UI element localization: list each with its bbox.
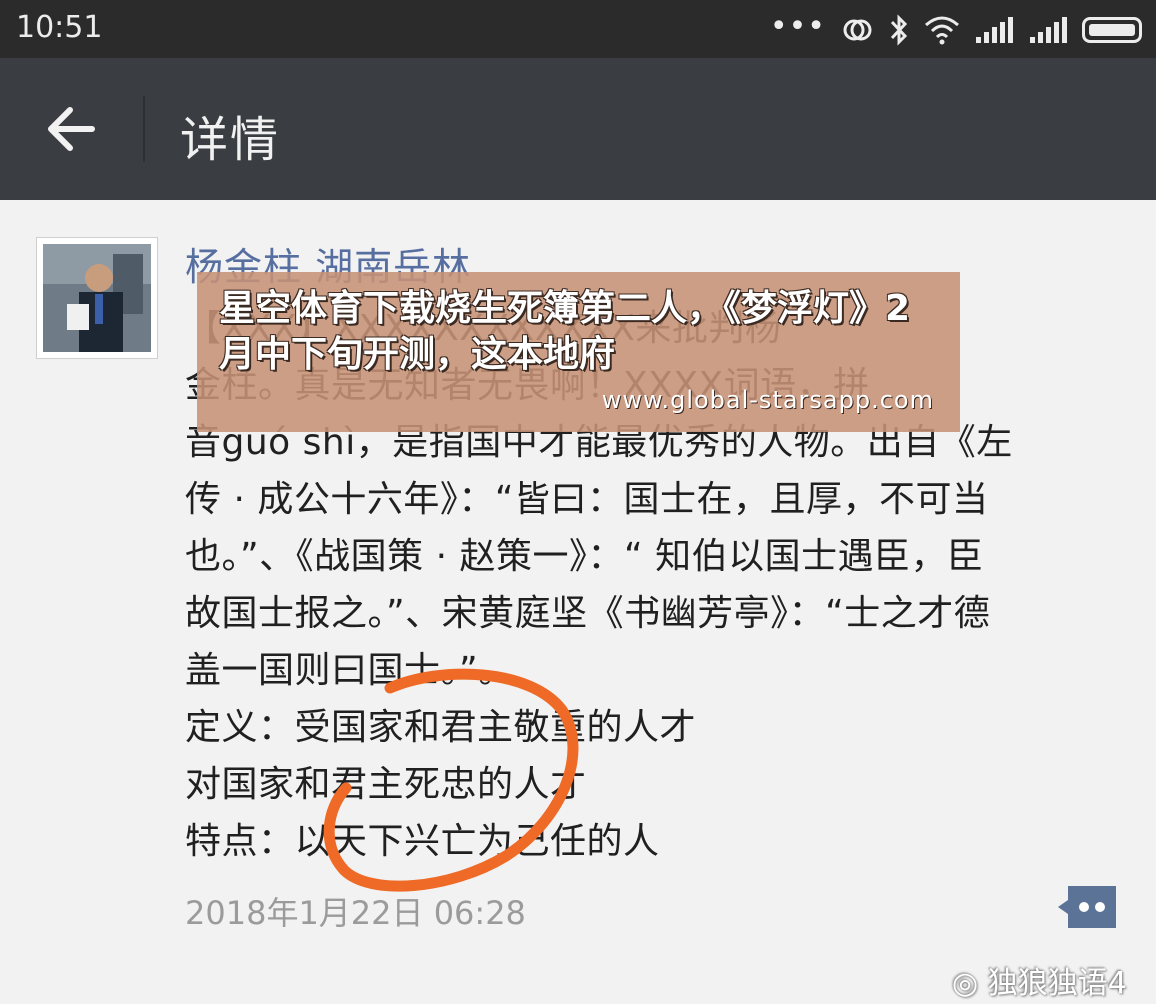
back-button[interactable] [40,96,110,162]
status-icons: ••• [770,12,1142,48]
status-bar: 10:51 ••• [0,0,1156,58]
ad-headline: 星空体育下载烧生死簿第二人，《梦浮灯》2月中下旬开测，这本地府 [219,288,911,375]
post-timestamp: 2018年1月22日 06:28 [185,894,526,932]
post-line: 也。”、《战国策 · 赵策一》：“ 知伯以国士遇臣，臣 [185,536,984,577]
app-bar-divider [143,96,145,162]
post-line: 传 · 成公十六年》：“皆曰：国士在，且厚，不可当 [185,479,989,520]
more-dots-icon: ••• [769,9,826,44]
avatar-photo [43,244,151,352]
ad-overlay-banner[interactable]: 星空体育下载烧生死簿第二人，《梦浮灯》2月中下旬开测，这本地府 www.glob… [197,272,960,432]
comment-bubble-icon [1058,886,1116,928]
back-arrow-icon [48,107,95,151]
signal-icon [1030,17,1067,43]
weibo-logo-icon: ◎ [952,966,979,1001]
post-line: 故国士报之。”、宋黄庭坚《书幽芳亭》：“士之才德 [185,593,991,634]
comment-button[interactable] [1056,884,1120,932]
wifi-icon [925,16,959,45]
battery-icon [1082,17,1142,43]
watermark: ◎ 独狼独语4 [952,958,1127,1002]
bluetooth-icon [890,14,908,46]
signal-icon [976,17,1013,43]
status-time: 10:51 [16,10,103,45]
ad-url[interactable]: www.global-starsapp.com [602,386,934,414]
avatar[interactable] [36,237,158,359]
hand-drawn-circle-annotation [323,668,579,892]
app-bar: 详情 [0,58,1156,200]
sync-icon [843,19,872,41]
page-title: 详情 [180,112,281,168]
watermark-text: 独狼独语4 [987,966,1127,1001]
